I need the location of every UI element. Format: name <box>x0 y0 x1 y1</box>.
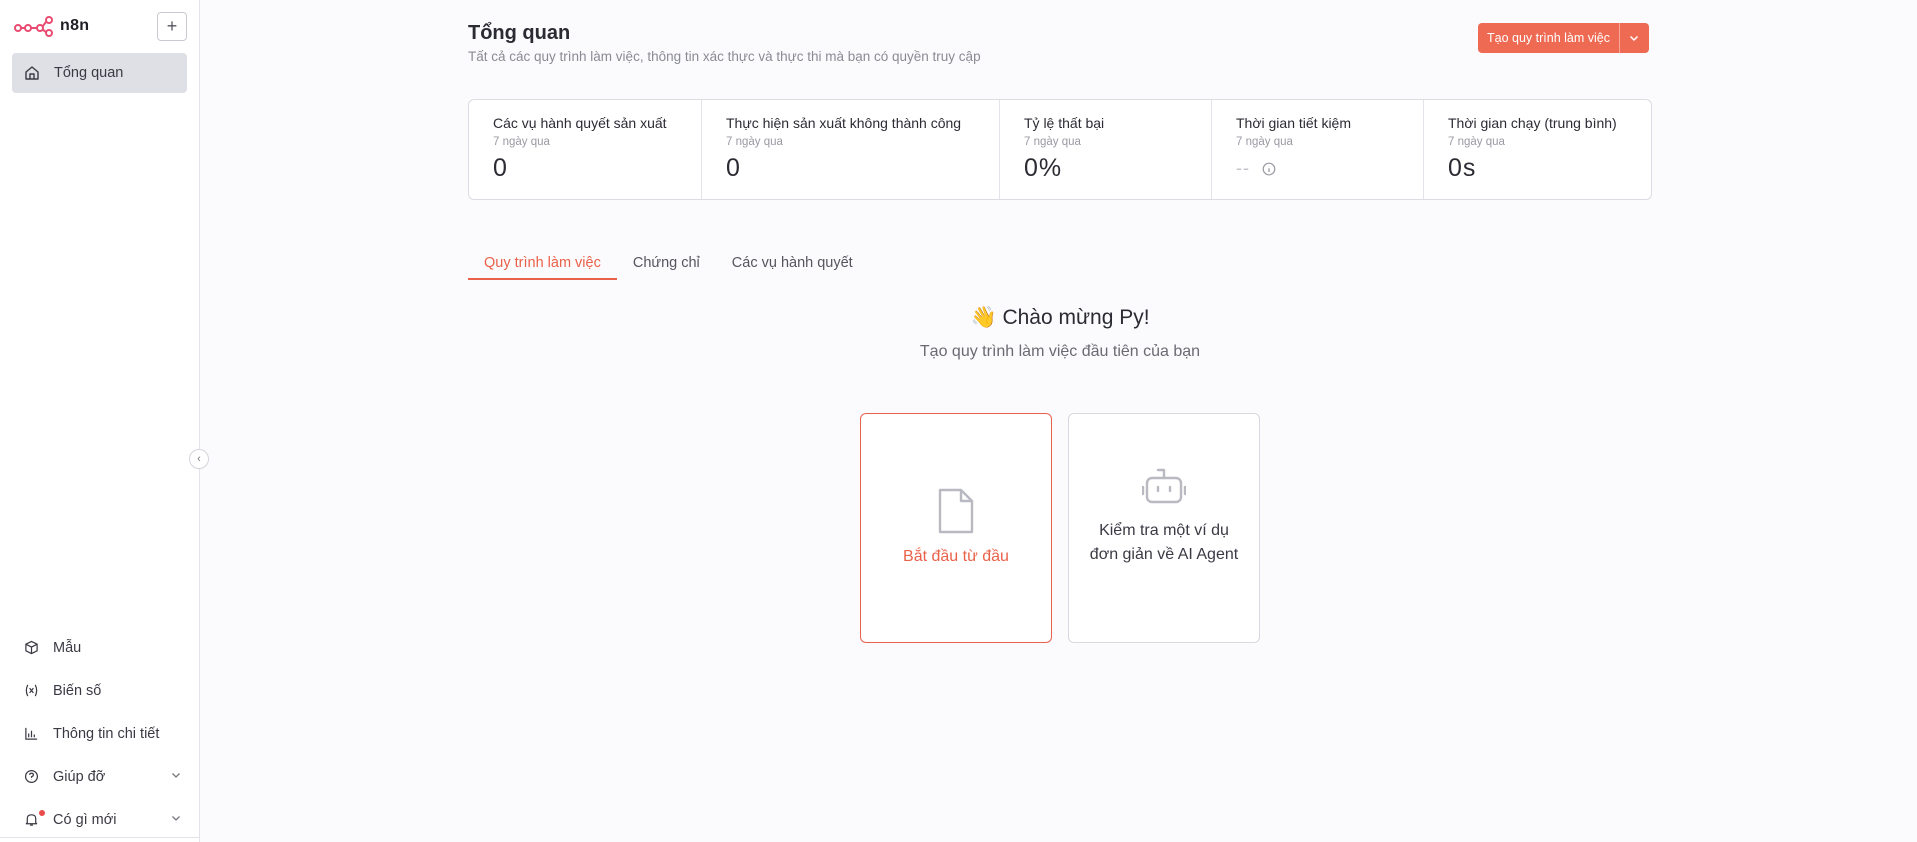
stat-label: Thực hiện sản xuất không thành công <box>726 115 962 131</box>
stat-label: Thời gian tiết kiệm <box>1236 115 1352 131</box>
stat-label: Thời gian chạy (trung bình) <box>1448 115 1617 131</box>
chevron-down-icon <box>172 773 180 778</box>
sidebar-item-label: Thông tin chi tiết <box>53 725 160 742</box>
stat-period: 7 ngày qua <box>1236 136 1293 148</box>
robot-icon <box>1142 468 1186 504</box>
file-icon <box>938 488 974 534</box>
help-icon <box>24 769 39 784</box>
welcome-subtitle: Tạo quy trình làm việc đầu tiên của bạn <box>919 343 1201 360</box>
chevron-down-icon <box>1630 35 1639 42</box>
stat-value: 0 <box>493 154 508 182</box>
stat-failure-rate[interactable]: Tỷ lệ thất bại 7 ngày qua 0% <box>1000 100 1212 199</box>
chart-icon <box>25 727 38 740</box>
sidebar-item-label: Giúp đỡ <box>53 768 106 785</box>
content-tabs: Quy trình làm việc Chứng chỉ Các vụ hành… <box>468 250 1652 280</box>
sidebar-item-label: Mẫu <box>53 639 82 656</box>
create-workflow-label: Tạo quy trình làm việc <box>1487 31 1610 45</box>
sidebar-footer-divider <box>0 837 200 838</box>
stat-value-row: -- <box>1236 158 1423 179</box>
sidebar-item-insights[interactable]: Thông tin chi tiết <box>14 712 186 755</box>
stat-period: 7 ngày qua <box>1448 136 1505 148</box>
notification-dot <box>39 810 45 816</box>
sidebar-item-templates[interactable]: Mẫu <box>14 626 186 669</box>
ai-agent-example-card[interactable]: Kiểm tra một ví dụ đơn giản về AI Agent <box>1068 413 1260 643</box>
stat-value: -- <box>1236 158 1250 178</box>
tab-executions[interactable]: Các vụ hành quyết <box>716 250 869 280</box>
stat-time-saved[interactable]: Thời gian tiết kiệm 7 ngày qua -- <box>1212 100 1424 199</box>
collapse-sidebar-button[interactable]: ‹ <box>189 449 209 469</box>
add-button[interactable]: + <box>157 12 187 41</box>
n8n-logo-icon <box>14 16 53 37</box>
welcome-title: Chào mừng Py! <box>1002 306 1150 329</box>
stat-label: Các vụ hành quyết sản xuất <box>493 115 667 131</box>
sidebar-bottom-nav: Mẫu Biến số Thông tin chi tiết Giúp đỡ C… <box>14 626 186 841</box>
stat-period: 7 ngày qua <box>726 136 783 148</box>
start-from-scratch-label: Bắt đầu từ đầu <box>903 548 1009 565</box>
sidebar-item-label: Biến số <box>53 682 102 699</box>
chevron-left-icon: ‹ <box>197 453 201 465</box>
sidebar-item-label: Có gì mới <box>53 811 117 828</box>
stat-avg-runtime[interactable]: Thời gian chạy (trung bình) 7 ngày qua 0… <box>1424 100 1651 199</box>
stat-value: 0 <box>726 154 741 182</box>
stat-value: 0s <box>1448 154 1477 182</box>
stat-value: 0% <box>1024 154 1063 182</box>
sidebar-item-label: Tổng quan <box>54 65 124 81</box>
stat-period: 7 ngày qua <box>493 136 550 148</box>
app-name: n8n <box>60 17 90 34</box>
sidebar-item-variables[interactable]: Biến số <box>14 669 186 712</box>
wave-icon: 👋 <box>970 306 997 329</box>
stats-panel: Các vụ hành quyết sản xuất 7 ngày qua 0 … <box>468 99 1652 200</box>
sidebar: n8n + Tổng quan Mẫu Biến số Thông tin ch… <box>0 0 200 842</box>
stat-label: Tỷ lệ thất bại <box>1024 115 1105 131</box>
plus-icon: + <box>166 16 178 36</box>
create-workflow-button[interactable]: Tạo quy trình làm việc <box>1478 23 1649 53</box>
ai-agent-example-label: Kiểm tra một ví dụ đơn giản về AI Agent <box>1089 522 1239 563</box>
home-icon <box>25 66 39 80</box>
info-icon[interactable] <box>1262 162 1276 176</box>
tab-credentials[interactable]: Chứng chỉ <box>617 250 716 280</box>
chevron-down-icon <box>172 816 180 821</box>
stat-period: 7 ngày qua <box>1024 136 1081 148</box>
stat-failed-executions[interactable]: Thực hiện sản xuất không thành công 7 ng… <box>702 100 1000 199</box>
sidebar-item-overview[interactable]: Tổng quan <box>12 53 187 93</box>
brand[interactable]: n8n <box>14 14 89 38</box>
welcome-heading: 👋 Chào mừng Py! <box>460 306 1660 330</box>
sidebar-item-whats-new[interactable]: Có gì mới <box>14 798 186 841</box>
page-title: Tổng quan <box>468 22 571 44</box>
variable-icon <box>25 684 38 697</box>
page-subtitle: Tất cả các quy trình làm việc, thông tin… <box>468 49 981 64</box>
stat-production-executions[interactable]: Các vụ hành quyết sản xuất 7 ngày qua 0 <box>469 100 702 199</box>
tab-workflows[interactable]: Quy trình làm việc <box>468 250 617 280</box>
sidebar-item-help[interactable]: Giúp đỡ <box>14 755 186 798</box>
create-options-toggle[interactable] <box>1618 23 1649 53</box>
box-icon <box>25 640 38 655</box>
bell-icon <box>25 814 38 826</box>
start-from-scratch-card[interactable]: Bắt đầu từ đầu <box>860 413 1052 643</box>
